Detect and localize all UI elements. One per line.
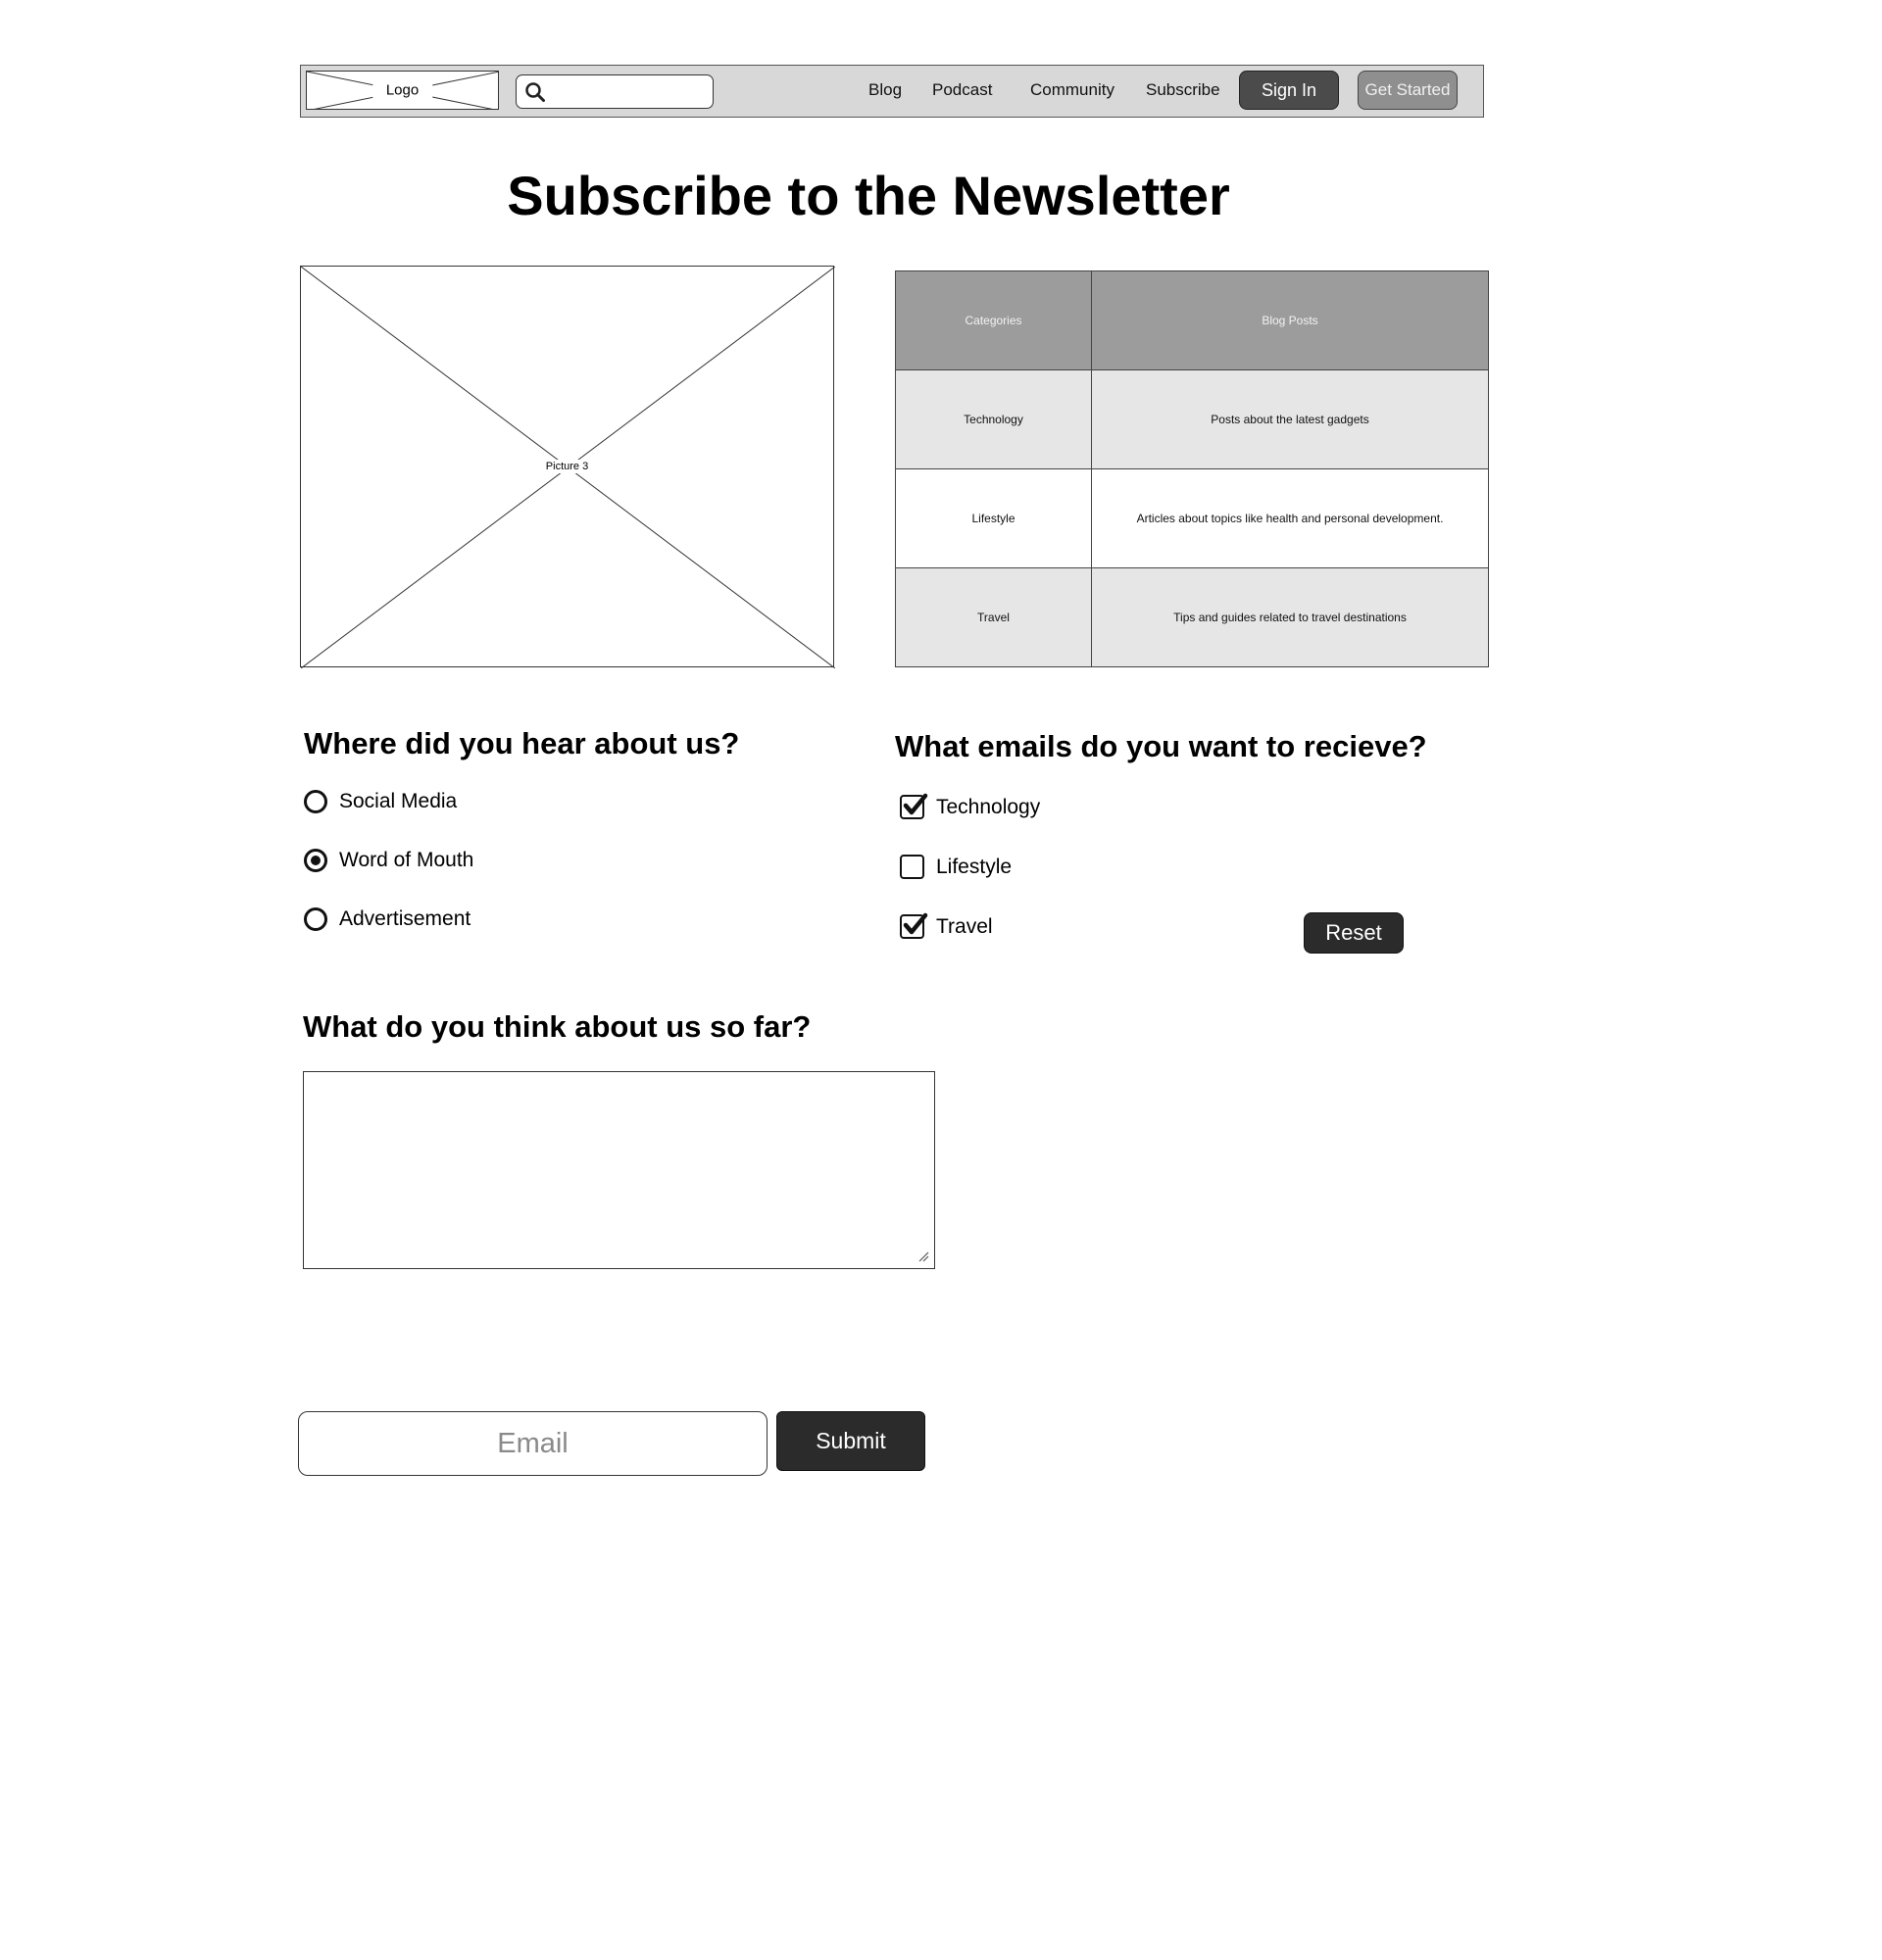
radio-social-media[interactable]: Social Media — [304, 790, 457, 813]
radio-label: Social Media — [339, 790, 458, 812]
table-cell-category: Technology — [895, 369, 1092, 469]
nav-blog[interactable]: Blog — [868, 80, 902, 100]
email-input[interactable]: Email — [298, 1411, 768, 1476]
logo[interactable]: Logo — [306, 71, 499, 110]
checkbox-checked-icon — [900, 912, 928, 939]
radio-unchecked-icon — [304, 907, 327, 931]
emails-heading: What emails do you want to recieve? — [895, 729, 1427, 763]
picture-placeholder: Picture 3 — [300, 266, 835, 668]
sign-in-button[interactable]: Sign In — [1239, 71, 1339, 110]
checkbox-lifestyle[interactable]: Lifestyle — [900, 855, 1012, 879]
checkbox-travel[interactable]: Travel — [900, 912, 993, 939]
table-header-categories: Categories — [895, 270, 1092, 370]
header-bar: Logo Blog Podcast Community Subscribe Si… — [300, 65, 1484, 118]
get-started-button[interactable]: Get Started — [1358, 71, 1458, 110]
table-header-row: Categories Blog Posts — [895, 270, 1489, 370]
checkbox-label: Lifestyle — [936, 855, 1013, 878]
nav-subscribe[interactable]: Subscribe — [1146, 80, 1220, 100]
table-cell-category: Travel — [895, 567, 1092, 667]
checkbox-label: Travel — [936, 914, 993, 938]
table-header-blog-posts: Blog Posts — [1091, 270, 1489, 370]
checkbox-technology[interactable]: Technology — [900, 793, 1041, 819]
hear-about-heading: Where did you hear about us? — [304, 726, 740, 760]
table-row: Lifestyle Articles about topics like hea… — [895, 468, 1489, 568]
radio-label: Word of Mouth — [339, 849, 474, 871]
submit-button[interactable]: Submit — [776, 1411, 925, 1471]
radio-unchecked-icon — [304, 790, 327, 813]
radio-label: Advertisement — [339, 907, 471, 930]
picture-label: Picture 3 — [543, 460, 591, 473]
table-cell-category: Lifestyle — [895, 468, 1092, 568]
feedback-heading: What do you think about us so far? — [303, 1009, 812, 1044]
resize-grip-icon[interactable] — [917, 1250, 929, 1262]
search-icon — [525, 82, 545, 102]
table-row: Travel Tips and guides related to travel… — [895, 567, 1489, 667]
reset-button[interactable]: Reset — [1304, 912, 1404, 954]
checkbox-label: Technology — [936, 795, 1041, 818]
table-cell-description: Posts about the latest gadgets — [1091, 369, 1489, 469]
nav-podcast[interactable]: Podcast — [932, 80, 992, 100]
checkbox-unchecked-icon — [900, 855, 924, 879]
table-row: Technology Posts about the latest gadget… — [895, 369, 1489, 469]
nav-community[interactable]: Community — [1030, 80, 1114, 100]
page-title: Subscribe to the Newsletter — [507, 165, 1230, 226]
logo-label: Logo — [371, 81, 433, 99]
table-cell-description: Articles about topics like health and pe… — [1091, 468, 1489, 568]
radio-checked-icon — [304, 849, 327, 872]
radio-word-of-mouth[interactable]: Word of Mouth — [304, 849, 473, 872]
radio-advertisement[interactable]: Advertisement — [304, 907, 470, 931]
checkbox-checked-icon — [900, 793, 928, 819]
feedback-textarea[interactable] — [303, 1071, 935, 1269]
categories-table: Categories Blog Posts Technology Posts a… — [895, 270, 1489, 667]
table-cell-description: Tips and guides related to travel destin… — [1091, 567, 1489, 667]
search-input[interactable] — [516, 74, 714, 109]
